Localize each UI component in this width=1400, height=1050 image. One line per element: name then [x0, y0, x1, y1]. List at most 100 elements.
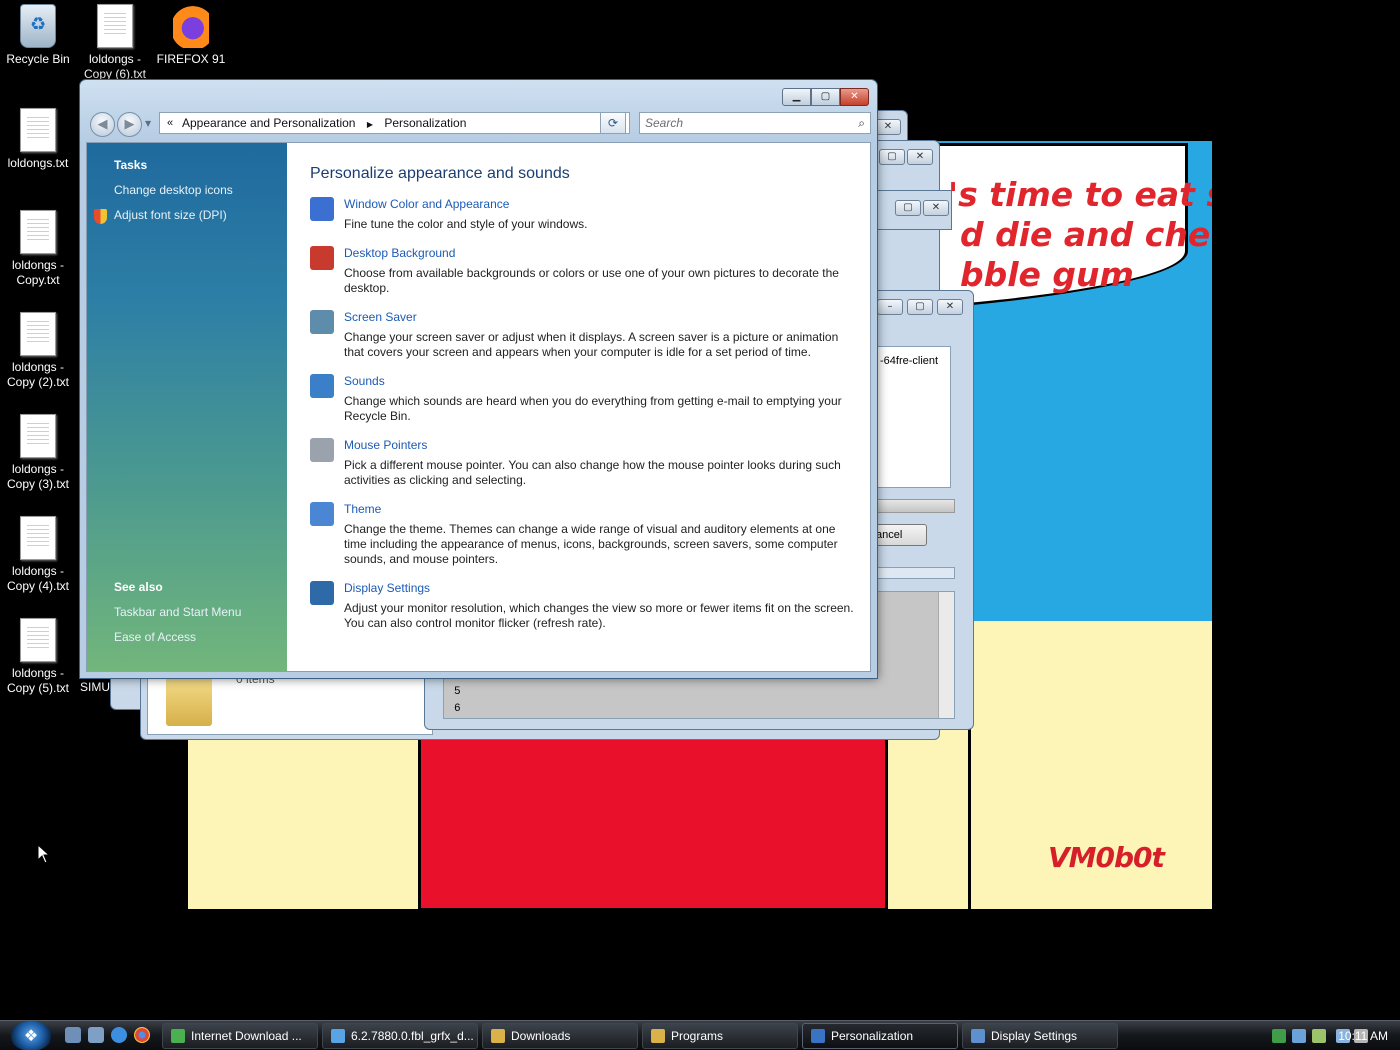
progress-bar — [875, 499, 955, 513]
desktop-icon-label: loldongs - Copy (2).txt — [6, 360, 69, 389]
change-desktop-icons-link[interactable]: Change desktop icons — [114, 183, 233, 197]
search-icon[interactable]: ⌕ — [858, 113, 865, 133]
item-description: Pick a different mouse pointer. You can … — [344, 458, 841, 487]
task-pane: Tasks Change desktop icons Adjust font s… — [87, 143, 287, 671]
scrollbar[interactable] — [938, 592, 954, 718]
recent-pages-dropdown[interactable]: ▼ — [145, 119, 151, 128]
desktop-icon-recycle-bin[interactable]: Recycle Bin — [0, 4, 76, 67]
desktop-icon-loldongs-copy-4[interactable]: loldongs - Copy (4).txt — [0, 516, 76, 594]
cancel-button[interactable]: ancel — [875, 524, 927, 546]
taskbar: ❖ Internet Download ... 6.2.7880.0.fbl_g… — [0, 1020, 1400, 1050]
breadcrumb-appearance[interactable]: Appearance and Personalization — [182, 116, 355, 130]
display-settings-icon — [971, 1029, 985, 1043]
window-controls: ▁ ▢ ✕ — [782, 88, 869, 106]
refresh-button[interactable]: ⟳ — [600, 112, 626, 134]
tray-windows-update-icon[interactable] — [1312, 1029, 1326, 1043]
search-input[interactable]: Search ⌕ — [639, 112, 871, 134]
text-file-icon — [97, 4, 133, 48]
sounds-link[interactable]: Sounds — [344, 374, 385, 388]
desktop-icon-label: loldongs - Copy (4).txt — [6, 564, 69, 593]
address-bar[interactable]: « Appearance and Personalization ▶ Perso… — [159, 112, 630, 134]
clock[interactable]: 10:11 AM — [1338, 1021, 1388, 1050]
close-button[interactable]: ✕ — [840, 88, 869, 106]
minimize-button[interactable]: ▁ — [782, 88, 811, 106]
desktop-icon-label: loldongs - Copy (5).txt — [6, 666, 69, 695]
text-file-icon — [20, 414, 56, 458]
list-line: 6 — [454, 703, 461, 715]
close-icon[interactable]: ✕ — [907, 149, 933, 165]
maximize-icon[interactable]: ▢ — [907, 299, 933, 315]
text-file-icon — [20, 312, 56, 356]
client-textbox[interactable]: -64fre-client — [875, 346, 951, 488]
personalization-window[interactable]: ▁ ▢ ✕ ◀ ▶ ▼ « Appearance and Personaliza… — [79, 79, 878, 679]
window-color-icon — [310, 197, 334, 221]
maximize-icon[interactable]: ▢ — [895, 200, 921, 216]
wallpaper-text-line-2: d die and chew — [960, 215, 1212, 254]
forward-arrow-icon: ▶ — [124, 117, 135, 132]
folder-icon — [166, 676, 212, 726]
screen-saver-link[interactable]: Screen Saver — [344, 310, 417, 324]
wallpaper-text-line-3: bble gum — [960, 255, 1134, 294]
switch-windows-icon[interactable] — [88, 1027, 104, 1043]
desktop-icon-firefox[interactable]: FIREFOX 91 — [153, 4, 229, 67]
desktop-icon-loldongs-copy-5[interactable]: loldongs - Copy (5).txt — [0, 618, 76, 696]
wallpaper-text-line-1: 's time to eat shi — [948, 175, 1212, 214]
desktop-icon-loldongs-copy-3[interactable]: loldongs - Copy (3).txt — [0, 414, 76, 492]
back-button[interactable]: ◀ — [90, 112, 115, 137]
desktop-icon-loldongs-copy[interactable]: loldongs - Copy.txt — [0, 210, 76, 288]
desktop-icon-loldongs-copy-2[interactable]: loldongs - Copy (2).txt — [0, 312, 76, 390]
mouse-pointers-link[interactable]: Mouse Pointers — [344, 438, 427, 452]
folder-pane: 0 items — [147, 671, 433, 735]
close-icon[interactable]: ✕ — [923, 200, 949, 216]
desktop-background-link[interactable]: Desktop Background — [344, 246, 455, 260]
maximize-icon[interactable]: ▢ — [879, 149, 905, 165]
taskbar-button-display-settings[interactable]: Display Settings — [962, 1023, 1118, 1049]
folder-icon — [491, 1029, 505, 1043]
text-file-icon — [20, 516, 56, 560]
background-window-ie[interactable]: ▢ ✕ — [868, 190, 952, 230]
back-arrow-icon: ◀ — [97, 117, 108, 132]
forward-button[interactable]: ▶ — [117, 112, 142, 137]
display-settings-link[interactable]: Display Settings — [344, 581, 430, 595]
window-color-link[interactable]: Window Color and Appearance — [344, 197, 509, 211]
desktop-icon-loldongs[interactable]: loldongs.txt — [0, 108, 76, 171]
text-file-icon — [20, 108, 56, 152]
maximize-button[interactable]: ▢ — [811, 88, 840, 106]
taskbar-button-programs[interactable]: Programs — [642, 1023, 798, 1049]
mouse-cursor-icon — [37, 844, 51, 864]
chrome-icon[interactable] — [134, 1027, 150, 1043]
taskbar-button-downloads[interactable]: Downloads — [482, 1023, 638, 1049]
close-icon[interactable]: ✕ — [875, 119, 901, 135]
theme-icon — [310, 502, 334, 526]
theme-link[interactable]: Theme — [344, 502, 381, 516]
item-description: Adjust your monitor resolution, which ch… — [344, 601, 854, 630]
ie-icon — [331, 1029, 345, 1043]
item-description: Fine tune the color and style of your wi… — [344, 217, 588, 231]
item-description: Change your screen saver or adjust when … — [344, 330, 839, 359]
item-description: Change the theme. Themes can change a wi… — [344, 522, 838, 566]
see-also-heading: See also — [114, 580, 163, 594]
download-manager-icon — [171, 1029, 185, 1043]
show-desktop-icon[interactable] — [65, 1027, 81, 1043]
adjust-font-size-link[interactable]: Adjust font size (DPI) — [114, 208, 227, 222]
text-file-icon — [20, 210, 56, 254]
taskbar-button-internet-download[interactable]: Internet Download ... — [162, 1023, 318, 1049]
breadcrumb-separator-icon[interactable]: ▶ — [367, 120, 373, 129]
ease-of-access-link[interactable]: Ease of Access — [114, 630, 196, 644]
separator-bar — [875, 567, 955, 579]
desktop-icon-loldongs-copy-6[interactable]: loldongs - Copy (6).txt — [77, 4, 153, 82]
desktop-background-icon — [310, 246, 334, 270]
internet-explorer-icon[interactable] — [111, 1027, 127, 1043]
tray-app-icon[interactable] — [1272, 1029, 1286, 1043]
desktop-icon-label: Recycle Bin — [6, 52, 70, 66]
taskbar-start-menu-link[interactable]: Taskbar and Start Menu — [114, 605, 241, 619]
taskbar-button-personalization[interactable]: Personalization — [802, 1023, 958, 1049]
breadcrumb-personalization[interactable]: Personalization — [384, 116, 466, 130]
tray-network-status-icon[interactable] — [1292, 1029, 1306, 1043]
close-icon[interactable]: ✕ — [937, 299, 963, 315]
minimize-icon[interactable]: – — [877, 299, 903, 315]
start-button[interactable]: ❖ — [10, 1021, 52, 1050]
desktop-icon-label: FIREFOX 91 — [156, 52, 226, 66]
recycle-bin-icon — [20, 4, 56, 48]
taskbar-button-ie-download[interactable]: 6.2.7880.0.fbl_grfx_d... — [322, 1023, 478, 1049]
